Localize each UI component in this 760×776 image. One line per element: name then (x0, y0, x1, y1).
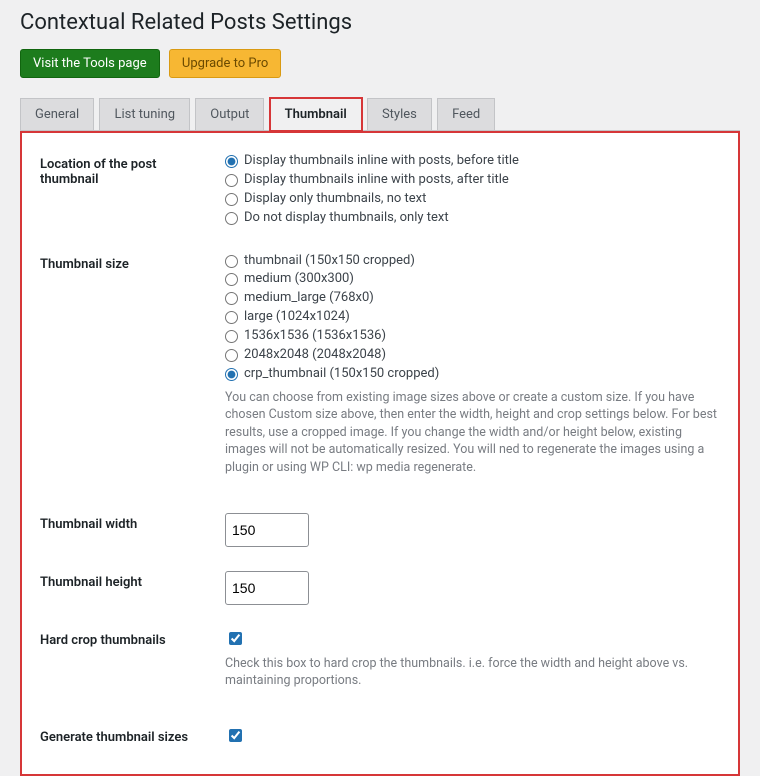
size-radio-crp[interactable] (225, 368, 238, 381)
tab-thumbnail[interactable]: Thumbnail (270, 98, 362, 131)
location-label: Location of the post thumbnail (40, 147, 225, 247)
tabs-nav: General List tuning Output Thumbnail Sty… (20, 98, 740, 131)
size-opt-4: 1536x1536 (1536x1536) (244, 328, 386, 345)
tab-styles[interactable]: Styles (367, 98, 432, 130)
size-radio-medium-large[interactable] (225, 292, 238, 305)
size-radio-2048[interactable] (225, 349, 238, 362)
hardcrop-label: Hard crop thumbnails (40, 623, 225, 721)
size-opt-0: thumbnail (150x150 cropped) (244, 253, 415, 270)
width-label: Thumbnail width (40, 507, 225, 565)
size-opt-5: 2048x2048 (2048x2048) (244, 347, 386, 364)
location-radio-before[interactable] (225, 155, 238, 168)
size-opt-1: medium (300x300) (244, 271, 354, 288)
upgrade-pro-button[interactable]: Upgrade to Pro (169, 49, 281, 78)
location-opt-0: Display thumbnails inline with posts, be… (244, 153, 519, 170)
location-opt-2: Display only thumbnails, no text (244, 191, 426, 208)
location-opt-3: Do not display thumbnails, only text (244, 210, 449, 227)
tab-feed[interactable]: Feed (437, 98, 495, 130)
size-opt-2: medium_large (768x0) (244, 290, 374, 307)
size-opt-6: crp_thumbnail (150x150 cropped) (244, 366, 439, 383)
tab-general[interactable]: General (20, 98, 94, 130)
generate-checkbox[interactable] (229, 729, 242, 742)
hardcrop-description: Check this box to hard crop the thumbnai… (225, 655, 720, 690)
size-opt-3: large (1024x1024) (244, 309, 350, 326)
settings-panel: Location of the post thumbnail Display t… (20, 131, 740, 776)
location-radio-no-thumb[interactable] (225, 212, 238, 225)
location-radio-only-thumb[interactable] (225, 193, 238, 206)
size-radio-large[interactable] (225, 311, 238, 324)
generate-label: Generate thumbnail sizes (40, 720, 225, 764)
height-input[interactable] (225, 571, 309, 605)
size-radio-thumbnail[interactable] (225, 255, 238, 268)
size-radio-1536[interactable] (225, 330, 238, 343)
location-opt-1: Display thumbnails inline with posts, af… (244, 172, 509, 189)
hardcrop-checkbox[interactable] (229, 632, 242, 645)
size-description: You can choose from existing image sizes… (225, 389, 720, 477)
size-label: Thumbnail size (40, 247, 225, 507)
page-title: Contextual Related Posts Settings (20, 10, 740, 35)
size-radio-medium[interactable] (225, 273, 238, 286)
tab-output[interactable]: Output (195, 98, 264, 130)
location-radio-after[interactable] (225, 174, 238, 187)
tab-list-tuning[interactable]: List tuning (99, 98, 190, 130)
height-label: Thumbnail height (40, 565, 225, 623)
width-input[interactable] (225, 513, 309, 547)
visit-tools-button[interactable]: Visit the Tools page (20, 49, 160, 78)
